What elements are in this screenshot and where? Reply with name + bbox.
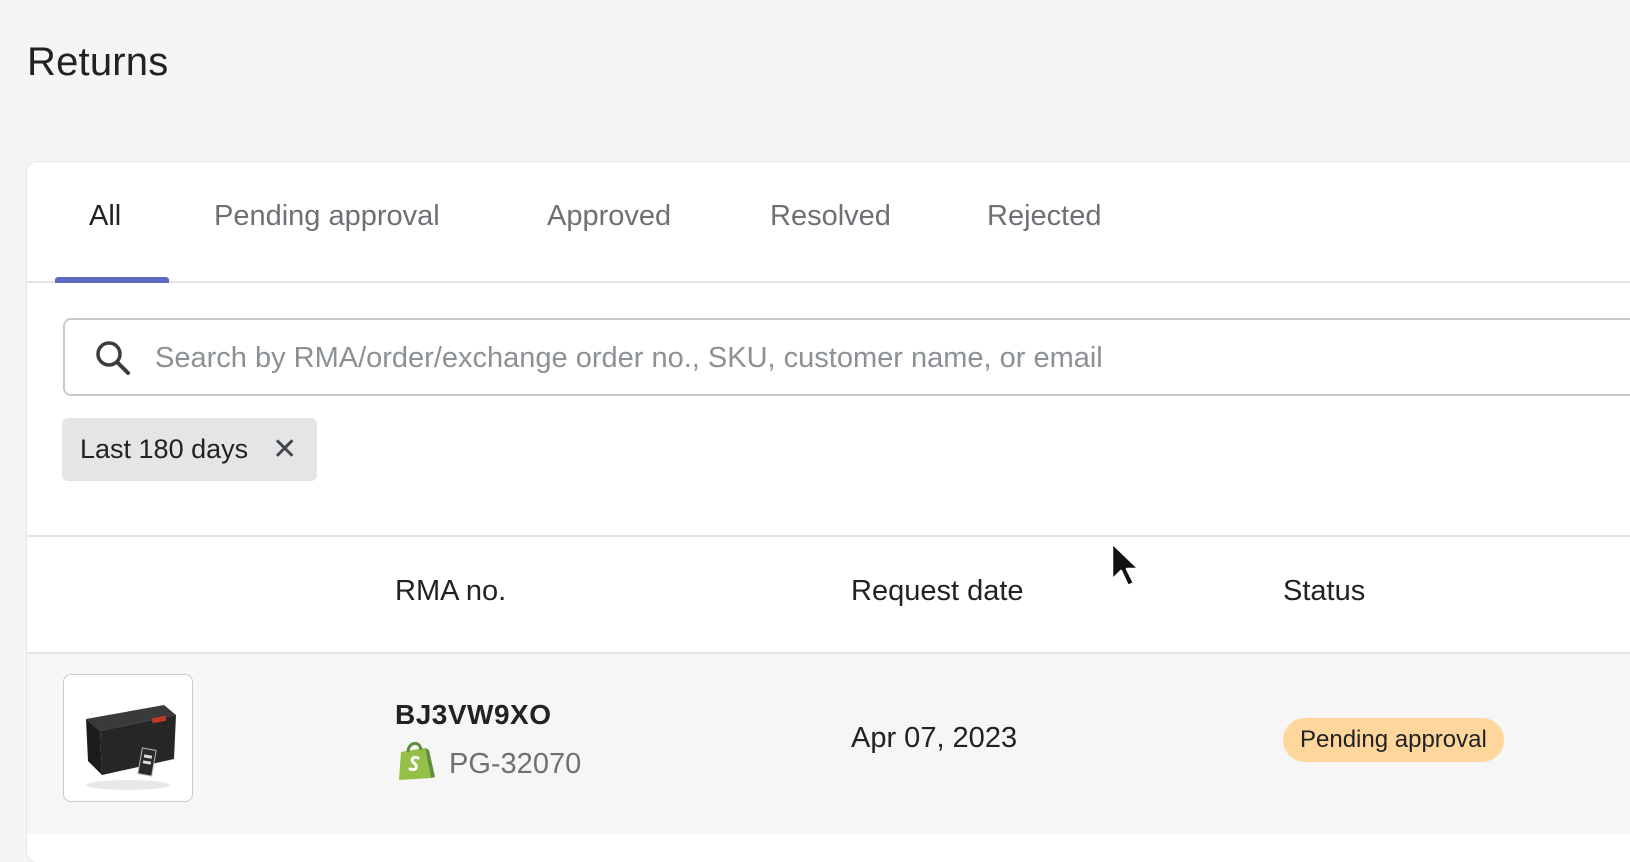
returns-card: All Pending approval Approved Resolved R… [27,162,1630,862]
filter-chip-date-range[interactable]: Last 180 days ✕ [62,418,318,481]
tab-all[interactable]: All [89,200,121,233]
search-icon [93,338,133,383]
tab-rejected[interactable]: Rejected [987,200,1101,233]
shopify-icon [395,738,435,790]
status-badge: Pending approval [1283,718,1504,762]
tab-approved[interactable]: Approved [547,200,671,233]
column-header-request-date[interactable]: Request date [851,575,1024,608]
product-image [86,705,176,790]
column-header-status[interactable]: Status [1283,575,1365,608]
search-box[interactable] [63,318,1630,396]
rma-number[interactable]: BJ3VW9XO [395,699,552,731]
order-reference[interactable]: PG-32070 [395,738,581,790]
tab-bar: All Pending approval Approved Resolved R… [27,162,1630,283]
order-number: PG-32070 [449,747,582,780]
product-thumbnail[interactable] [63,674,193,802]
request-date: Apr 07, 2023 [851,722,1018,754]
table-header: RMA no. Request date Status [27,537,1630,650]
search-input[interactable] [153,330,1630,386]
close-icon[interactable]: ✕ [272,434,297,465]
tab-pending-approval[interactable]: Pending approval [214,200,440,233]
filter-chip-label: Last 180 days [80,434,249,464]
active-tab-indicator [55,277,169,283]
table-row[interactable]: BJ3VW9XO PG-32070 Apr 07, 2023 Pending a… [27,652,1630,834]
tab-resolved[interactable]: Resolved [770,200,891,233]
column-header-rma[interactable]: RMA no. [395,575,506,608]
mouse-cursor [1108,540,1142,595]
page-title: Returns [27,40,169,84]
